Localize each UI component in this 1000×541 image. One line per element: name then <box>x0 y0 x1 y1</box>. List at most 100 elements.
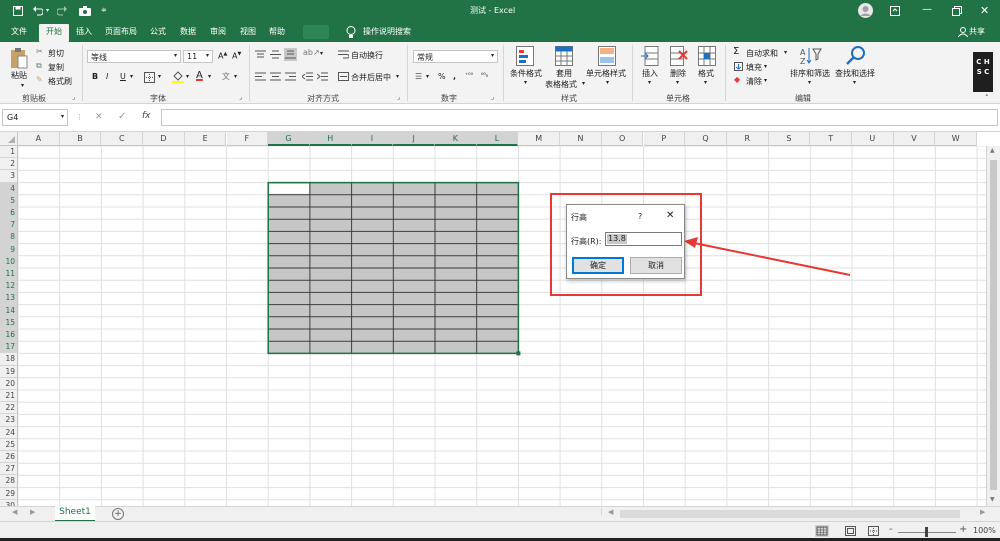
column-header-d[interactable]: D <box>143 132 185 146</box>
row-header-17[interactable]: 17 <box>0 341 18 354</box>
conditional-format-button[interactable]: 条件格式 <box>510 68 542 79</box>
clear-button[interactable]: 清除 <box>746 76 762 87</box>
tab-view[interactable]: 视图 <box>240 26 256 37</box>
row-header-29[interactable]: 29 <box>0 487 18 500</box>
phonetic-icon[interactable]: 文 <box>222 71 230 82</box>
fill-button[interactable]: 填充 <box>746 62 762 73</box>
fill-down-icon[interactable] <box>734 62 743 71</box>
scroll-left-icon[interactable]: ◀ <box>608 508 613 516</box>
row-header-1[interactable]: 1 <box>0 146 18 159</box>
row-header-16[interactable]: 16 <box>0 329 18 342</box>
cut-icon[interactable]: ✂ <box>36 47 43 56</box>
sort-filter-icon[interactable]: AZ <box>800 46 822 66</box>
increase-decimal-icon[interactable]: ⁺⁰⁰ <box>465 72 473 79</box>
font-launcher-icon[interactable]: ⌟ <box>239 94 242 101</box>
row-header-13[interactable]: 13 <box>0 292 18 305</box>
align-top-icon[interactable] <box>255 50 266 59</box>
redo-icon[interactable] <box>57 6 67 16</box>
column-header-m[interactable]: M <box>518 132 561 146</box>
clipboard-launcher-icon[interactable]: ⌟ <box>72 94 75 101</box>
close-window-icon[interactable]: ✕ <box>980 4 989 17</box>
number-format-select[interactable]: 常规 ▾ <box>413 50 498 63</box>
delete-dropdown-icon[interactable]: ▾ <box>676 79 679 86</box>
cancel-button[interactable]: 取消 <box>630 257 682 274</box>
zoom-out-button[interactable]: - <box>889 524 893 535</box>
wrap-text-icon[interactable] <box>338 50 349 59</box>
ribbon-display-icon[interactable] <box>890 6 900 16</box>
active-cell[interactable] <box>269 183 309 194</box>
eraser-icon[interactable]: ◆ <box>734 75 740 84</box>
row-header-11[interactable]: 11 <box>0 268 18 281</box>
column-header-w[interactable]: W <box>935 132 978 146</box>
formula-input[interactable] <box>161 109 998 126</box>
autosum-button[interactable]: 自动求和 <box>746 48 778 59</box>
insert-function-icon[interactable]: fx <box>142 111 151 121</box>
merge-center-icon[interactable] <box>338 72 349 81</box>
italic-button[interactable]: I <box>106 72 108 81</box>
column-header-o[interactable]: O <box>601 132 644 146</box>
column-header-q[interactable]: Q <box>685 132 727 146</box>
paste-label[interactable]: 粘贴 <box>11 70 27 81</box>
merge-dropdown-icon[interactable]: ▾ <box>396 73 399 80</box>
orientation-dropdown-icon[interactable]: ▾ <box>320 50 323 57</box>
column-header-c[interactable]: C <box>101 132 144 146</box>
increase-indent-icon[interactable] <box>317 72 328 81</box>
zoom-in-button[interactable]: + <box>959 524 967 535</box>
zoom-slider-thumb[interactable] <box>925 527 928 537</box>
cell-styles-button[interactable]: 单元格样式 <box>586 68 626 79</box>
normal-view-icon[interactable] <box>815 525 829 537</box>
borders-icon[interactable] <box>144 72 155 83</box>
column-header-p[interactable]: P <box>643 132 686 146</box>
format-as-table-button[interactable]: 表格格式 <box>545 79 577 90</box>
column-header-j[interactable]: J <box>393 132 435 146</box>
fill-color-dropdown-icon[interactable]: ▾ <box>186 73 189 80</box>
tab-file[interactable]: 文件 <box>11 26 27 37</box>
row-header-4[interactable]: 4 <box>0 182 18 195</box>
decrease-decimal-icon[interactable]: ⁰⁰₀ <box>481 72 488 79</box>
format-as-table-label1[interactable]: 套用 <box>556 68 572 79</box>
cut-button[interactable]: 剪切 <box>48 48 64 59</box>
autosum-dropdown-icon[interactable]: ▾ <box>784 49 787 56</box>
row-header-7[interactable]: 7 <box>0 219 18 232</box>
scroll-down-icon[interactable]: ▼ <box>990 496 995 503</box>
align-left-icon[interactable] <box>255 72 266 81</box>
row-header-15[interactable]: 15 <box>0 316 18 329</box>
row-header-8[interactable]: 8 <box>0 231 18 244</box>
decrease-indent-icon[interactable] <box>302 72 313 81</box>
phonetic-dropdown-icon[interactable]: ▾ <box>234 73 237 80</box>
orientation-icon[interactable]: ab↗ <box>303 48 320 57</box>
find-select-button[interactable]: 查找和选择 <box>835 68 875 79</box>
cancel-entry-icon[interactable]: ✕ <box>95 112 103 122</box>
wrap-text-button[interactable]: 自动换行 <box>351 50 383 61</box>
row-header-9[interactable]: 9 <box>0 243 18 256</box>
undo-icon[interactable] <box>33 6 43 16</box>
format-cells-button[interactable]: 格式 <box>698 68 714 79</box>
column-header-n[interactable]: N <box>560 132 602 146</box>
underline-button[interactable]: U <box>120 72 126 81</box>
align-middle-icon[interactable] <box>270 50 281 59</box>
font-color-dropdown-icon[interactable]: ▾ <box>208 73 211 80</box>
share-button[interactable]: 共享 <box>969 26 985 37</box>
comma-icon[interactable]: , <box>453 72 456 81</box>
vertical-scrollbar[interactable]: ▲ ▼ <box>986 146 1000 506</box>
borders-dropdown-icon[interactable]: ▾ <box>158 73 161 80</box>
page-break-view-icon[interactable] <box>868 526 879 536</box>
tab-page-layout[interactable]: 页面布局 <box>105 26 137 37</box>
tab-formulas[interactable]: 公式 <box>150 26 166 37</box>
align-right-icon[interactable] <box>285 72 296 81</box>
fill-color-icon[interactable] <box>172 70 184 83</box>
page-layout-view-icon[interactable] <box>845 526 856 536</box>
copy-button[interactable]: 复制 <box>48 62 64 73</box>
row-height-input[interactable]: 13.8 <box>605 232 682 246</box>
cell-styles-icon[interactable] <box>598 46 616 66</box>
help-icon[interactable]: ? <box>638 212 642 221</box>
column-header-g[interactable]: G <box>268 132 310 146</box>
row-header-10[interactable]: 10 <box>0 255 18 268</box>
tell-me-search[interactable]: 操作说明搜索 <box>363 26 411 37</box>
fill-handle[interactable] <box>516 351 521 356</box>
paste-dropdown-icon[interactable]: ▾ <box>21 82 24 89</box>
sort-dropdown-icon[interactable]: ▾ <box>808 79 811 86</box>
delete-cells-button[interactable]: 删除 <box>670 68 686 79</box>
tab-data[interactable]: 数据 <box>180 26 196 37</box>
row-header-26[interactable]: 26 <box>0 451 18 464</box>
